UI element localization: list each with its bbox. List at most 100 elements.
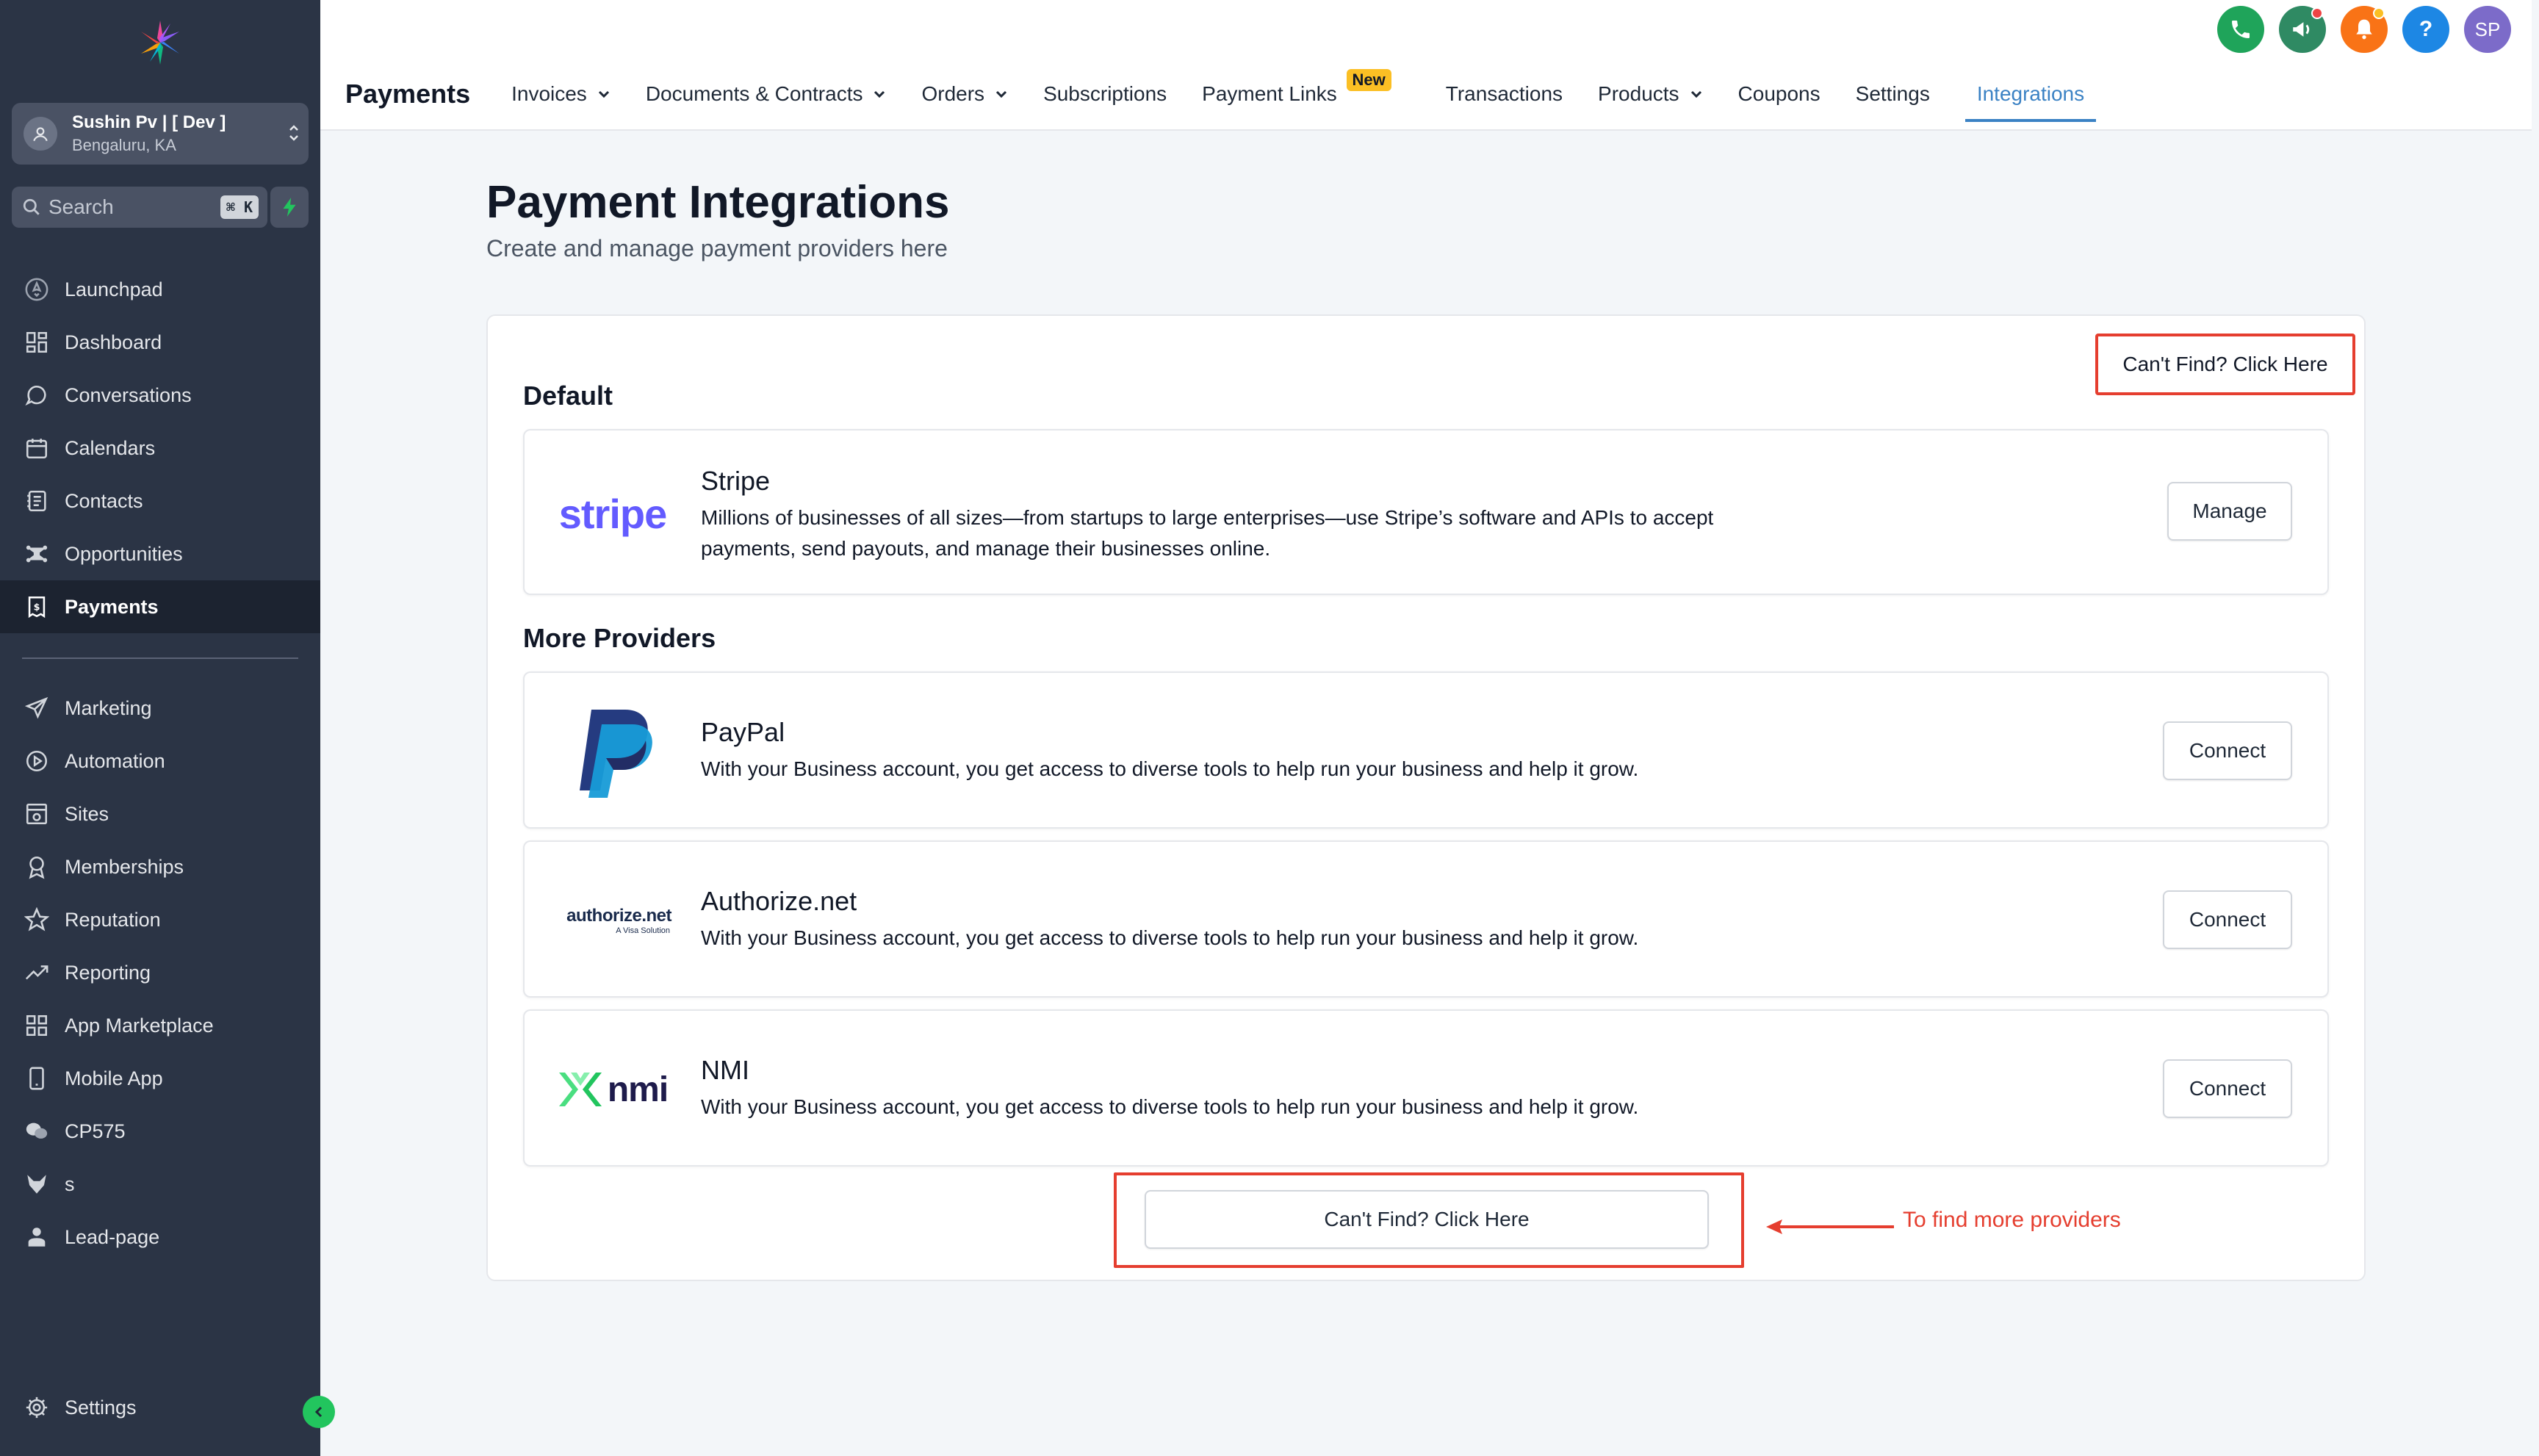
tab-label: Settings — [1855, 82, 1930, 105]
stripe-logo: stripe — [554, 482, 671, 545]
contacts-icon — [22, 486, 51, 516]
sidebar-item-dashboard[interactable]: Dashboard — [0, 316, 320, 369]
lightning-icon — [283, 198, 296, 217]
sidebar-item-conversations[interactable]: Conversations — [0, 369, 320, 422]
sidebar-item-label: Lead-page — [65, 1225, 160, 1248]
sidebar-item-label: Reporting — [65, 961, 151, 984]
chevron-down-icon — [874, 90, 885, 98]
sidebar-item-label: Contacts — [65, 489, 143, 512]
payments-icon: $ — [22, 592, 51, 621]
tab-integrations[interactable]: Integrations — [1964, 66, 2097, 122]
help-button[interactable]: ? — [2402, 6, 2449, 53]
tab-orders[interactable]: Orders — [921, 66, 1008, 122]
phone-button[interactable] — [2217, 6, 2264, 53]
phone-icon — [2232, 21, 2250, 38]
tab-products[interactable]: Products — [1598, 66, 1703, 122]
stripe-logo-text: stripe — [558, 490, 667, 537]
quick-action-button[interactable] — [270, 187, 309, 228]
top-bar: ? SP Payments Invoices Documents & Contr… — [320, 0, 2532, 131]
sidebar-item-automation[interactable]: Automation — [0, 735, 320, 788]
tab-documents-contracts[interactable]: Documents & Contracts — [646, 66, 887, 122]
tab-label: Transactions — [1445, 82, 1563, 105]
provider-description: Millions of businesses of all sizes—from… — [701, 506, 1714, 560]
sidebar-item-calendars[interactable]: Calendars — [0, 422, 320, 475]
connect-button-nmi[interactable]: Connect — [2163, 1059, 2292, 1118]
notification-dot — [2311, 7, 2323, 19]
mobile-icon — [22, 1064, 51, 1093]
sidebar-collapse-button[interactable] — [303, 1396, 335, 1428]
connect-button-paypal[interactable]: Connect — [2163, 721, 2292, 780]
nmi-logo: nmi — [554, 1062, 671, 1117]
tab-invoices[interactable]: Invoices — [511, 66, 611, 122]
nmi-logo-text: nmi — [607, 1070, 669, 1109]
sidebar-item-reporting[interactable]: Reporting — [0, 946, 320, 999]
sidebar-item-launchpad[interactable]: Launchpad — [0, 263, 320, 316]
sidebar-item-label: Settings — [65, 1396, 137, 1419]
sidebar-item-label: Marketing — [65, 696, 152, 719]
sidebar-item-mobile-app[interactable]: Mobile App — [0, 1052, 320, 1105]
notification-dot — [2373, 7, 2385, 19]
svg-text:$: $ — [34, 602, 40, 613]
connect-button-authorize-net[interactable]: Connect — [2163, 890, 2292, 949]
account-icon — [24, 117, 57, 151]
provider-description: With your Business account, you get acce… — [701, 926, 1639, 949]
notifications-button[interactable] — [2341, 6, 2388, 53]
chevron-down-icon — [1690, 90, 1701, 98]
annotation-text: To find more providers — [1903, 1208, 2121, 1232]
sidebar-item-reputation[interactable]: Reputation — [0, 893, 320, 946]
provider-description: With your Business account, you get acce… — [701, 1095, 1639, 1118]
chevron-down-icon — [996, 90, 1007, 98]
chevron-updown-icon — [279, 122, 309, 146]
sidebar-item-opportunities[interactable]: Opportunities — [0, 527, 320, 580]
sidebar-item-label: Opportunities — [65, 542, 183, 565]
manage-button[interactable]: Manage — [2167, 482, 2292, 541]
calendar-icon — [22, 433, 51, 463]
chevron-down-icon — [598, 90, 609, 98]
sidebar-item-contacts[interactable]: Contacts — [0, 475, 320, 527]
sidebar-item-cp575[interactable]: CP575 — [0, 1105, 320, 1158]
tab-settings[interactable]: Settings — [1856, 66, 1930, 122]
provider-name: PayPal — [701, 717, 785, 747]
tab-transactions[interactable]: Transactions — [1446, 66, 1563, 122]
sidebar-item-label: Calendars — [65, 436, 156, 459]
provider-paypal: PayPal With your Business account, you g… — [523, 671, 2329, 829]
chat-icon — [22, 381, 51, 410]
search-shortcut: ⌘ K — [220, 195, 259, 219]
sidebar-item-memberships[interactable]: Memberships — [0, 840, 320, 893]
tab-subscriptions[interactable]: Subscriptions — [1043, 66, 1167, 122]
opportunities-icon — [22, 539, 51, 569]
header-actions: ? SP — [2217, 6, 2511, 53]
sidebar-item-payments[interactable]: $ Payments — [0, 580, 320, 633]
page-subtitle: Create and manage payment providers here — [486, 235, 948, 262]
sidebar-item-app-marketplace[interactable]: App Marketplace — [0, 999, 320, 1052]
sidebar-nav-secondary: Marketing Automation Sites Memberships R… — [0, 682, 320, 1264]
tab-payment-links[interactable]: Payment Links New — [1202, 66, 1391, 122]
account-switcher[interactable]: Sushin Pv | [ Dev ] Bengaluru, KA — [12, 103, 309, 165]
payments-tabs: Payments Invoices Documents & Contracts … — [345, 66, 2120, 122]
tab-label: Payment Links — [1202, 82, 1337, 105]
tab-label: Subscriptions — [1043, 82, 1167, 105]
help-icon: ? — [2419, 17, 2433, 41]
account-name: Sushin Pv | [ Dev ] — [72, 112, 226, 132]
sidebar-item-label: Reputation — [65, 908, 161, 931]
sidebar-item-lead-page[interactable]: Lead-page — [0, 1211, 320, 1264]
sidebar-item-marketing[interactable]: Marketing — [0, 682, 320, 735]
more-providers-section-title: More Providers — [523, 623, 716, 653]
sidebar-search[interactable]: ⌘ K — [12, 187, 267, 228]
tab-coupons[interactable]: Coupons — [1738, 66, 1820, 122]
sidebar-item-label: Sites — [65, 802, 109, 825]
default-section-title: Default — [523, 381, 613, 411]
chevron-left-icon — [314, 1406, 323, 1418]
sidebar-item-settings[interactable]: Settings — [0, 1381, 320, 1434]
paypal-logo — [554, 702, 671, 801]
cant-find-button-bottom[interactable]: Can't Find? Click Here — [1145, 1190, 1709, 1249]
page-section-title: Payments — [345, 79, 471, 109]
sidebar-item-sites[interactable]: Sites — [0, 788, 320, 840]
star-icon — [22, 905, 51, 934]
sidebar-item-s[interactable]: s — [0, 1158, 320, 1211]
provider-nmi: nmi NMI With your Business account, you … — [523, 1009, 2329, 1167]
cant-find-button-top[interactable]: Can't Find? Click Here — [2095, 334, 2355, 395]
avatar[interactable]: SP — [2464, 6, 2511, 53]
announcements-button[interactable] — [2279, 6, 2326, 53]
search-input[interactable] — [48, 195, 220, 219]
